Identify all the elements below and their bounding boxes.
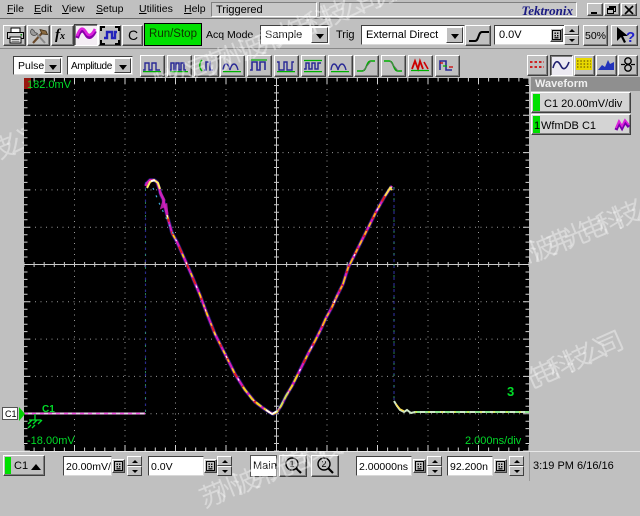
svg-text:?: ? — [626, 29, 635, 46]
svg-text:2: 2 — [321, 459, 326, 469]
svg-text:1: 1 — [289, 459, 294, 469]
